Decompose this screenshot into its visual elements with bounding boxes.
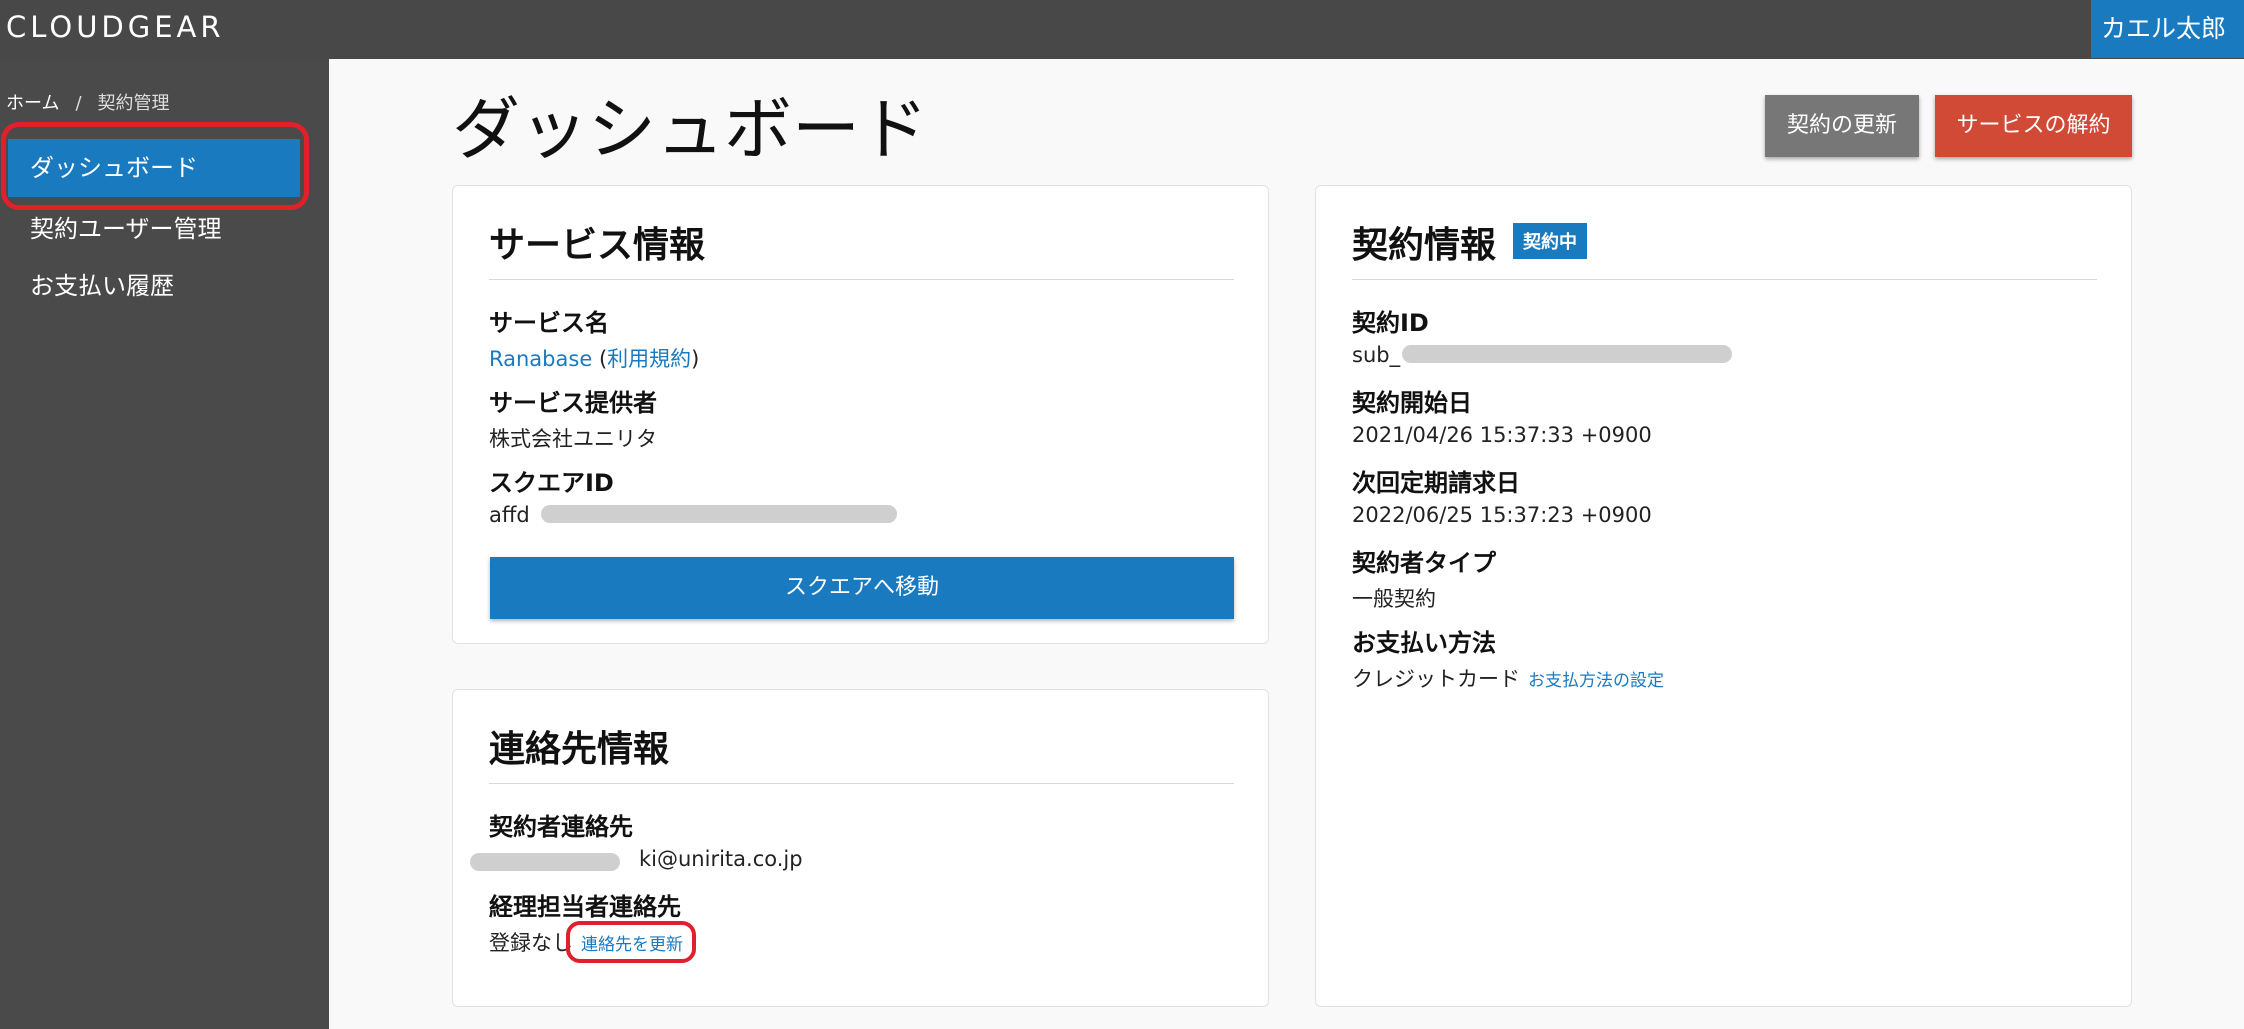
redaction (470, 853, 620, 871)
start-date-value: 2021/04/26 15:37:33 +0900 (1352, 423, 1652, 447)
breadcrumb-current: 契約管理 (97, 93, 170, 114)
contractor-contact-label: 契約者連絡先 (489, 813, 633, 841)
payment-method-text: クレジットカード (1352, 667, 1520, 691)
card-title: 契約情報 (1352, 225, 1497, 266)
provider-label: サービス提供者 (489, 389, 657, 417)
sidebar-item-contract-users[interactable]: 契約ユーザー管理 (30, 209, 222, 244)
service-name-link[interactable]: Ranabase (489, 347, 592, 371)
top-bar: CLOUDGEAR カエル太郎 (0, 0, 2244, 59)
terms-close-paren: ) (691, 347, 700, 371)
breadcrumb-separator: / (75, 93, 82, 114)
cancel-service-button[interactable]: サービスの解約 (1935, 95, 2132, 157)
breadcrumb-home[interactable]: ホーム (6, 93, 59, 114)
next-billing-value: 2022/06/25 15:37:23 +0900 (1352, 503, 1652, 527)
breadcrumb: ホーム / 契約管理 (6, 89, 170, 115)
user-menu[interactable]: カエル太郎 (2091, 0, 2244, 58)
card-title: サービス情報 (489, 225, 706, 266)
divider (489, 279, 1234, 280)
terms-open-paren: ( (598, 347, 608, 371)
terms-link[interactable]: 利用規約 (607, 347, 691, 371)
start-date-label: 契約開始日 (1352, 389, 1472, 417)
square-id-value: affd (489, 503, 530, 527)
highlight-annotation (1, 122, 309, 210)
accounting-contact-text: 登録なし (489, 931, 573, 955)
service-name-value: Ranabase (利用規約) (489, 343, 699, 373)
contractor-type-value: 一般契約 (1352, 587, 1436, 611)
next-billing-label: 次回定期請求日 (1352, 469, 1520, 497)
service-name-label: サービス名 (489, 309, 609, 337)
page-title: ダッシュボード (452, 91, 929, 170)
contractor-type-label: 契約者タイプ (1352, 549, 1496, 577)
contract-id-label: 契約ID (1352, 309, 1429, 337)
go-to-square-button[interactable]: スクエアへ移動 (490, 557, 1234, 619)
accounting-contact-label: 経理担当者連絡先 (489, 893, 681, 921)
payment-method-value: クレジットカード お支払方法の設定 (1352, 663, 1664, 693)
provider-value: 株式会社ユニリタ (489, 427, 657, 451)
payment-method-label: お支払い方法 (1352, 629, 1496, 657)
sidebar-item-payment-history[interactable]: お支払い履歴 (30, 266, 174, 301)
highlight-annotation (566, 921, 696, 963)
contract-id-value: sub_ (1352, 343, 1401, 367)
redaction (541, 505, 897, 523)
card-title: 連絡先情報 (489, 729, 670, 770)
app-logo[interactable]: CLOUDGEAR (6, 10, 225, 44)
contractor-email-value: ki@unirita.co.jp (639, 847, 803, 871)
square-id-label: スクエアID (489, 469, 614, 497)
renew-contract-button[interactable]: 契約の更新 (1765, 95, 1919, 157)
payment-settings-link[interactable]: お支払方法の設定 (1528, 671, 1664, 691)
divider (489, 783, 1234, 784)
divider (1352, 279, 2097, 280)
service-info-card: サービス情報 サービス名 Ranabase (利用規約) サービス提供者 株式会… (452, 185, 1269, 644)
contract-info-card: 契約情報 契約中 契約ID sub_ 契約開始日 2021/04/26 15:3… (1315, 185, 2132, 1007)
status-badge: 契約中 (1513, 223, 1587, 259)
redaction (1402, 345, 1732, 363)
